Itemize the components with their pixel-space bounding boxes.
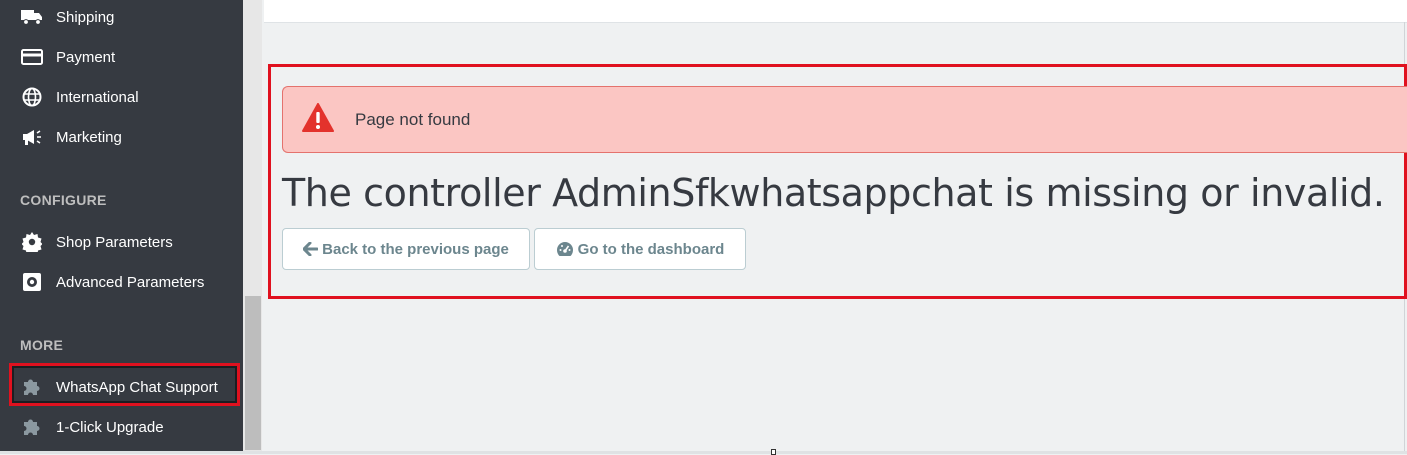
sidebar-item-label: Marketing	[56, 128, 122, 146]
sidebar-item-shipping[interactable]: Shipping	[20, 2, 114, 32]
dashboard-button[interactable]: Go to the dashboard	[534, 228, 746, 270]
sidebar-item-payment[interactable]: Payment	[20, 42, 115, 72]
sidebar-item-label: Shop Parameters	[56, 233, 173, 251]
sidebar-item-label: WhatsApp Chat Support	[56, 378, 218, 396]
warning-icon	[302, 103, 334, 138]
settings-box-icon	[20, 271, 44, 293]
error-headline: The controller AdminSfkwhatsappchat is m…	[282, 171, 1385, 215]
sidebar-item-shop-parameters[interactable]: Shop Parameters	[20, 227, 173, 257]
globe-icon	[20, 86, 44, 108]
alert-danger: Page not found	[282, 86, 1407, 153]
section-title-more: MORE	[20, 337, 64, 353]
sidebar-item-advanced-parameters[interactable]: Advanced Parameters	[20, 267, 204, 297]
dashboard-button-label: Go to the dashboard	[577, 240, 725, 258]
page-header	[264, 0, 1407, 23]
sidebar-scrollbar-thumb[interactable]	[245, 296, 261, 450]
sidebar-item-label: Payment	[56, 48, 116, 66]
sidebar-item-label: 1-Click Upgrade	[56, 418, 164, 436]
back-button-label: Back to the previous page	[322, 240, 509, 258]
sidebar-item-1-click-upgrade[interactable]: 1-Click Upgrade	[20, 412, 164, 442]
arrow-left-icon	[303, 242, 319, 256]
puzzle-icon	[20, 416, 44, 438]
sidebar-item-international[interactable]: International	[20, 82, 139, 112]
dashboard-gauge-icon	[556, 241, 574, 257]
sidebar-item-whatsapp-chat-support[interactable]: WhatsApp Chat Support	[20, 372, 218, 402]
truck-icon	[20, 6, 44, 28]
sidebar-item-label: Shipping	[56, 8, 115, 26]
sidebar-item-label: International	[56, 88, 139, 106]
sidebar-item-label: Advanced Parameters	[56, 273, 205, 291]
sidebar-item-marketing[interactable]: Marketing	[20, 122, 122, 152]
mouse-cursor-icon	[771, 449, 776, 455]
back-button[interactable]: Back to the previous page	[282, 228, 530, 270]
gear-icon	[20, 231, 44, 253]
megaphone-icon	[20, 126, 44, 148]
puzzle-icon	[20, 376, 44, 398]
credit-card-icon	[20, 46, 44, 68]
section-title-configure: CONFIGURE	[20, 192, 107, 208]
alert-message: Page not found	[355, 110, 471, 129]
